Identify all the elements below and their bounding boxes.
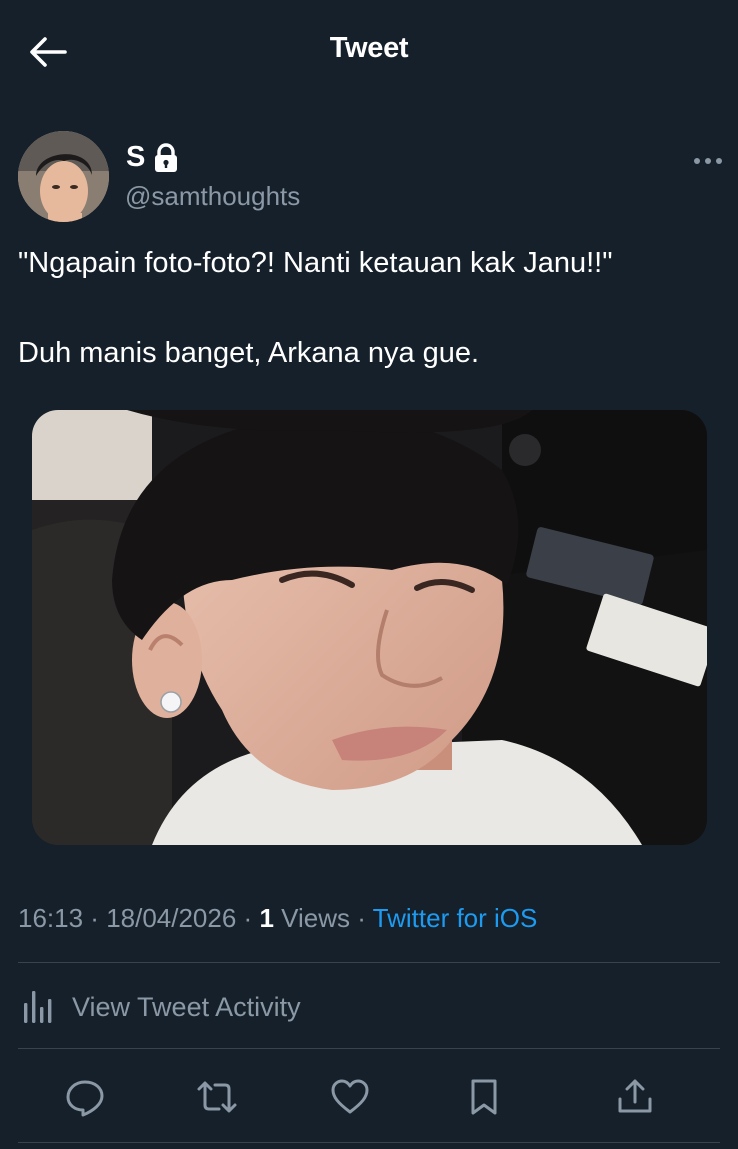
retweet-icon — [197, 1081, 237, 1113]
more-options-button[interactable] — [690, 150, 726, 172]
divider — [18, 1142, 720, 1143]
retweet-button[interactable] — [192, 1072, 242, 1122]
selfie-photo — [32, 410, 707, 845]
divider — [18, 1048, 720, 1049]
bookmark-icon — [471, 1079, 497, 1115]
share-button[interactable] — [610, 1072, 660, 1122]
like-button[interactable] — [325, 1072, 375, 1122]
lock-icon — [155, 142, 178, 172]
author-handle[interactable]: @samthoughts — [125, 181, 300, 212]
tweet-text-line: Duh manis banget, Arkana nya gue. — [18, 337, 480, 369]
action-bar — [0, 1072, 738, 1122]
separator: · — [83, 903, 107, 933]
tweet-date: 18/04/2026 — [106, 903, 237, 933]
tweet-text-line: "Ngapain foto-foto?! Nanti ketauan kak J… — [18, 247, 613, 279]
bookmark-button[interactable] — [459, 1072, 509, 1122]
page-title: Tweet — [329, 32, 409, 64]
top-bar: Tweet — [0, 0, 738, 100]
source-link[interactable]: Twitter for iOS — [373, 903, 538, 933]
more-dots-icon — [694, 158, 722, 164]
separator: · — [236, 903, 260, 933]
reply-icon — [66, 1080, 104, 1117]
views-label: Views — [273, 903, 351, 933]
avatar[interactable] — [18, 131, 109, 222]
views-count[interactable]: 1 — [259, 903, 273, 933]
heart-icon — [331, 1079, 369, 1114]
author-name[interactable]: S — [126, 141, 179, 174]
tweet-photo[interactable] — [32, 410, 707, 845]
tweet-text: "Ngapain foto-foto?! Nanti ketauan kak J… — [18, 241, 718, 376]
tweet-time: 16:13 — [18, 903, 84, 933]
tweet-detail-screen: Tweet S @samthoughts "Ngapain foto-foto?… — [0, 0, 738, 1149]
tweet-meta: 16:13 · 18/04/2026 · 1 Views · Twitter f… — [18, 903, 537, 934]
avatar-photo — [18, 131, 109, 222]
analytics-bars-icon — [24, 991, 52, 1023]
divider — [18, 962, 720, 963]
view-tweet-activity-label: View Tweet Activity — [72, 991, 301, 1022]
reply-button[interactable] — [60, 1072, 110, 1122]
separator: · — [350, 903, 373, 933]
view-tweet-activity-button[interactable]: View Tweet Activity — [18, 985, 301, 1029]
share-icon — [618, 1079, 652, 1113]
display-name-text: S — [126, 141, 146, 173]
